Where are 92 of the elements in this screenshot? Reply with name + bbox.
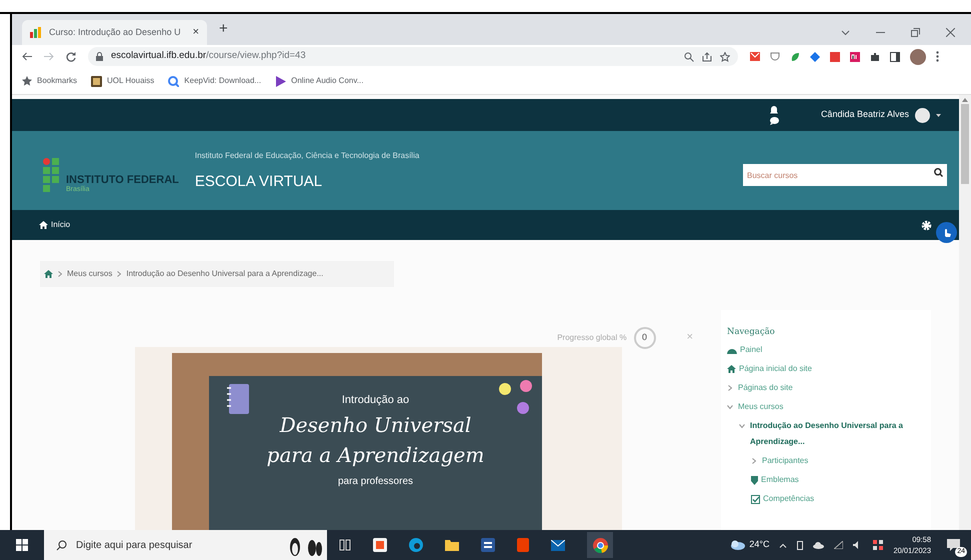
banner-title: Desenho Universal bbox=[280, 412, 472, 440]
checkbox-icon bbox=[751, 494, 760, 504]
cloud-icon bbox=[813, 542, 824, 548]
book-icon bbox=[91, 76, 102, 86]
nav-link[interactable]: Introdução ao Desenho Universal para a Aprendizage... bbox=[750, 418, 931, 450]
institute-name: Instituto Federal de Educação, Ciência e Tecnologia de Brasília bbox=[194, 150, 420, 162]
notebook-icon bbox=[227, 384, 249, 414]
puzzle-icon bbox=[870, 52, 880, 62]
mail-icon bbox=[551, 540, 565, 550]
taskbar-search-field[interactable]: Digite aqui para pesquisar bbox=[44, 530, 327, 560]
user-name[interactable]: Cândida Beatriz Alves bbox=[820, 108, 909, 122]
browser-tab[interactable]: Curso: Introdução ao Desenho U × bbox=[22, 20, 207, 45]
tab-title: Curso: Introdução ao Desenho U bbox=[49, 26, 182, 39]
home-link[interactable]: Início bbox=[39, 219, 70, 231]
store-icon bbox=[373, 538, 387, 552]
banner-title: para a Aprendizagem bbox=[266, 442, 484, 470]
bookmark-item[interactable]: UOL Houaiss bbox=[91, 75, 154, 87]
square-icon bbox=[830, 52, 840, 62]
home-icon bbox=[39, 221, 48, 229]
back-arrow-icon bbox=[22, 52, 32, 61]
restore-icon bbox=[911, 28, 920, 37]
scroll-up-arrow-icon bbox=[962, 98, 968, 102]
home-icon bbox=[727, 364, 736, 373]
search-icon bbox=[934, 168, 943, 176]
bookmark-item[interactable]: Online Audio Conv... bbox=[275, 75, 364, 87]
windows-icon bbox=[16, 539, 28, 551]
new-tab-button[interactable]: + bbox=[219, 18, 228, 40]
more-icon bbox=[936, 51, 939, 62]
minimize-icon bbox=[876, 32, 885, 34]
square-icon bbox=[850, 52, 860, 62]
chevron-right-icon[interactable] bbox=[751, 458, 757, 464]
scrollbar-thumb[interactable] bbox=[961, 104, 969, 184]
profile-avatar[interactable] bbox=[910, 48, 926, 64]
banner-text: para professores bbox=[338, 475, 414, 490]
shield-icon bbox=[751, 476, 758, 485]
chat-icon bbox=[770, 116, 779, 124]
chevron-up-icon bbox=[779, 542, 788, 548]
task-view-icon bbox=[339, 539, 351, 551]
lock-icon bbox=[96, 52, 103, 61]
bookmark-item[interactable]: Bookmarks bbox=[22, 75, 78, 87]
chart-icon bbox=[30, 27, 41, 38]
settings-icon bbox=[921, 220, 932, 230]
word-icon bbox=[481, 538, 495, 552]
bookmark-item[interactable]: KeepVid: Download... bbox=[168, 75, 262, 87]
cloud-icon bbox=[729, 540, 746, 550]
chevron-down-icon[interactable] bbox=[727, 404, 733, 410]
star-outline-icon bbox=[720, 52, 730, 62]
user-avatar[interactable] bbox=[915, 108, 930, 122]
block-title: Navegação bbox=[727, 326, 776, 339]
sidebar-icon bbox=[890, 52, 900, 62]
nav-link[interactable]: Participantes bbox=[762, 452, 808, 469]
home-icon bbox=[44, 270, 53, 278]
search-icon bbox=[168, 76, 180, 86]
url-text: escolavirtual.ifb.edu.br/course/view.php?id=43 bbox=[111, 49, 306, 64]
search-field[interactable]: Buscar cursos bbox=[743, 164, 947, 186]
keyboard-icon bbox=[873, 540, 884, 550]
diamond-icon bbox=[810, 52, 820, 62]
close-icon bbox=[946, 28, 955, 37]
breadcrumb-link[interactable]: Introdução ao Desenho Universal para a Aprendizage... bbox=[126, 268, 324, 280]
progress-label: Progresso global % bbox=[557, 332, 627, 344]
chrome-icon bbox=[592, 538, 608, 552]
leaf-icon bbox=[790, 52, 800, 62]
progress-value: 0 bbox=[634, 326, 656, 349]
star-icon bbox=[22, 76, 32, 86]
edge-icon bbox=[409, 538, 423, 552]
banner-text: Introdução ao bbox=[342, 392, 410, 408]
bell-icon bbox=[770, 106, 778, 114]
zoom-icon bbox=[684, 52, 694, 62]
reload-icon bbox=[66, 52, 76, 62]
chevron-down-icon[interactable] bbox=[739, 422, 745, 429]
caret-icon bbox=[936, 114, 941, 116]
folder-icon bbox=[445, 539, 459, 551]
accessibility-button[interactable] bbox=[936, 222, 957, 242]
weather-temperature[interactable]: 24°C bbox=[749, 538, 770, 552]
chevron-right-icon bbox=[58, 270, 62, 277]
mail-icon bbox=[750, 52, 760, 61]
site-title[interactable]: ESCOLA VIRTUAL bbox=[194, 170, 420, 194]
play-icon bbox=[275, 76, 286, 86]
close-tab-button[interactable]: × bbox=[192, 24, 199, 41]
search-icon bbox=[56, 540, 67, 551]
logo-title: INSTITUTO FEDERAL bbox=[66, 174, 179, 186]
chevron-right-icon bbox=[117, 270, 122, 277]
address-bar[interactable]: escolavirtual.ifb.edu.br/course/view.php?id=43 bbox=[88, 47, 738, 66]
share-icon bbox=[702, 52, 712, 62]
chevron-down-icon bbox=[841, 30, 850, 36]
office-icon bbox=[517, 538, 529, 552]
chevron-right-icon[interactable] bbox=[727, 384, 733, 391]
nav-link[interactable]: Página inicial do site bbox=[739, 360, 812, 377]
breadcrumb-link[interactable]: Meus cursos bbox=[67, 268, 112, 280]
chat-icon bbox=[946, 539, 960, 551]
forward-arrow-icon bbox=[44, 52, 54, 61]
chrome-button[interactable] bbox=[587, 532, 613, 558]
